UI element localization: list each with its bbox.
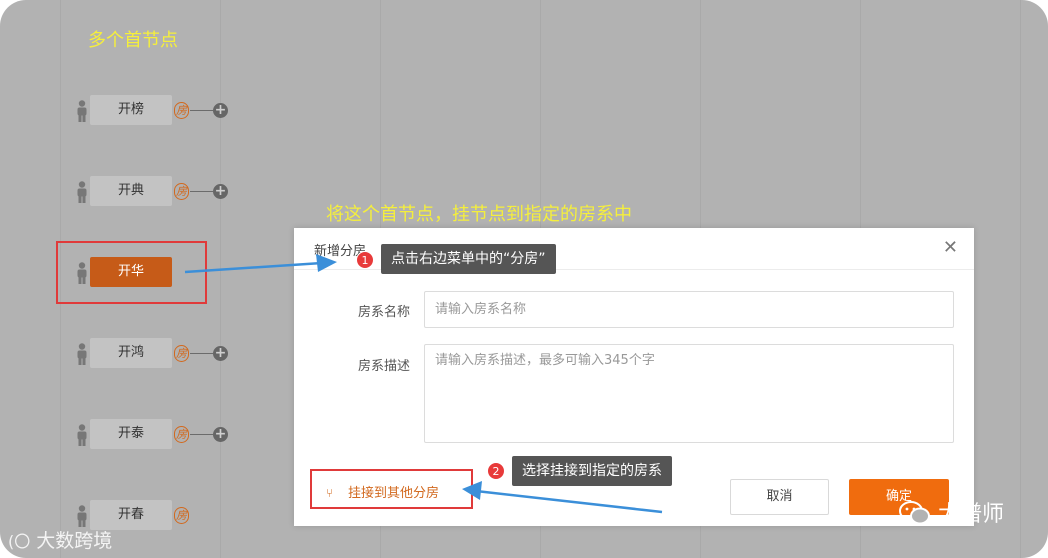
tree-node-label[interactable]: 开榜 xyxy=(90,95,172,125)
column-divider xyxy=(1020,0,1021,558)
step1-badge: 1 xyxy=(356,251,374,269)
add-child-icon[interactable]: + xyxy=(213,184,228,199)
connector-line xyxy=(190,434,213,435)
tree-node[interactable]: 开榜 房 + xyxy=(76,95,236,125)
person-icon xyxy=(77,505,87,527)
connector-line xyxy=(190,353,213,354)
fang-badge: 房 xyxy=(174,507,189,524)
person-icon xyxy=(77,100,87,122)
highlight-box-attach-link xyxy=(310,469,473,509)
cancel-button[interactable]: 取消 xyxy=(730,479,829,515)
tree-node[interactable]: 开典 房 + xyxy=(76,176,236,206)
watermark-right-text: 大谱师 xyxy=(938,502,1005,527)
add-child-icon[interactable]: + xyxy=(213,346,228,361)
annotation-middle-title: 将这个首节点，挂节点到指定的房系中 xyxy=(326,204,632,225)
add-child-icon[interactable]: + xyxy=(213,427,228,442)
step2-tooltip: 选择挂接到指定的房系 xyxy=(512,456,672,486)
watermark-left-text: 大数跨境 xyxy=(36,530,113,552)
add-child-icon[interactable]: + xyxy=(213,103,228,118)
tree-node[interactable]: 开泰 房 + xyxy=(76,419,236,449)
close-icon[interactable]: ✕ xyxy=(943,239,958,257)
highlight-box-selected-node xyxy=(56,241,207,304)
name-field-label: 房系名称 xyxy=(357,305,410,320)
person-icon xyxy=(77,181,87,203)
person-icon xyxy=(77,424,87,446)
tree-node-label[interactable]: 开泰 xyxy=(90,419,172,449)
person-icon xyxy=(77,343,87,365)
connector-line xyxy=(190,110,213,111)
canvas-background: 多个首节点 将这个首节点，挂节点到指定的房系中 开榜 房 + 开典 房 + 开华… xyxy=(0,0,1048,558)
step2-badge: 2 xyxy=(487,462,505,480)
column-divider xyxy=(220,0,221,558)
fang-badge: 房 xyxy=(174,426,189,443)
tree-node-label[interactable]: 开鸿 xyxy=(90,338,172,368)
fang-badge: 房 xyxy=(174,102,189,119)
fang-badge: 房 xyxy=(174,183,189,200)
connector-line xyxy=(190,191,213,192)
watermark-left: (〇 大数跨境 xyxy=(8,526,112,553)
tree-node[interactable]: 开鸿 房 + xyxy=(76,338,236,368)
watermark-left-logo-icon: (〇 xyxy=(8,532,31,551)
step1-tooltip: 点击右边菜单中的“分房” xyxy=(381,244,556,274)
tree-node-label[interactable]: 开典 xyxy=(90,176,172,206)
fang-badge: 房 xyxy=(174,345,189,362)
wechat-icon xyxy=(899,501,930,525)
description-textarea[interactable]: 请输入房系描述，最多可输入345个字 xyxy=(424,344,954,443)
description-field-label: 房系描述 xyxy=(357,359,410,374)
name-input[interactable]: 请输入房系名称 xyxy=(424,291,954,328)
annotation-top-title: 多个首节点 xyxy=(88,30,178,51)
